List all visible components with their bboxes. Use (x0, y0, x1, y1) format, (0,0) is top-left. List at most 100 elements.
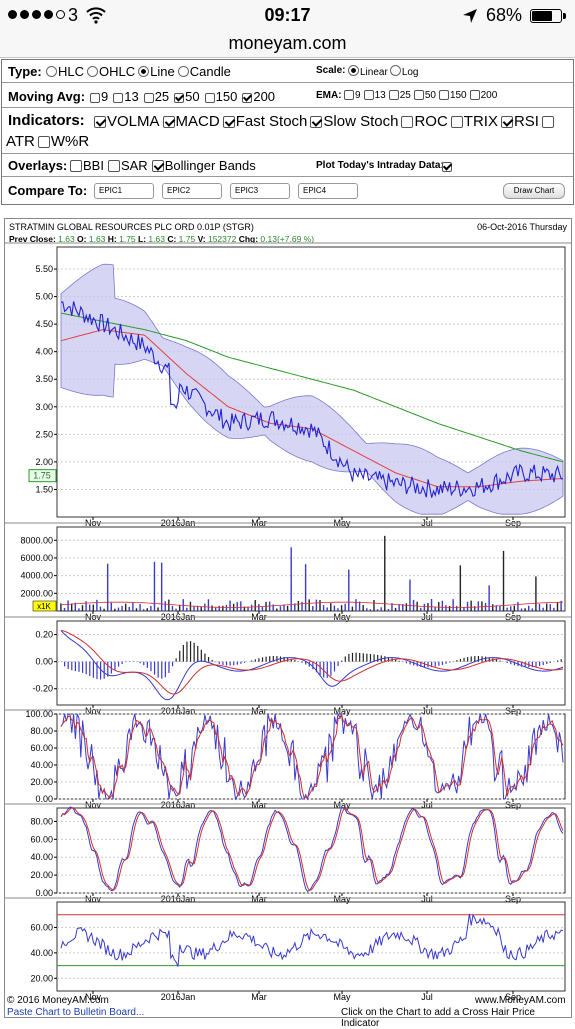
checkbox[interactable] (94, 116, 106, 128)
inds-option-volma[interactable]: VOLMA (94, 113, 160, 130)
paste-chart-link[interactable]: Paste Chart to Bulletin Board... (7, 1007, 144, 1018)
mavg-option-9[interactable]: 9 (90, 89, 108, 104)
volume-unit-label: x1K (37, 602, 51, 611)
volume-bar (553, 607, 555, 611)
radio-button[interactable] (87, 66, 99, 77)
ema-option-13[interactable]: 13 (363, 90, 386, 101)
option-label: 9 (101, 89, 109, 104)
epic-input[interactable]: EPIC1 (94, 182, 154, 199)
checkbox[interactable] (162, 116, 175, 128)
volume-bar (150, 605, 152, 611)
radio-button[interactable] (348, 65, 359, 76)
volume-bar (78, 608, 80, 611)
volume-bar (276, 608, 278, 611)
checkbox[interactable] (388, 90, 399, 100)
checkbox[interactable] (344, 90, 354, 100)
checkbox[interactable] (310, 116, 323, 128)
indicators-row: Indicators: VOLMA MACD Fast Stoch Slow Stoc… (2, 109, 573, 154)
x-tick-label: 2016Jan (161, 992, 196, 1002)
volume-bar (441, 600, 444, 611)
volume-bar (204, 603, 206, 611)
volume-bar (499, 605, 501, 611)
inds-option-macd[interactable]: MACD (162, 113, 220, 130)
checkbox[interactable] (204, 93, 215, 103)
volume-bar (132, 602, 134, 611)
checkbox[interactable] (413, 90, 424, 100)
inds-option-slow-stoch[interactable]: Slow Stoch (310, 113, 398, 130)
types-option-candle[interactable]: Candle (177, 64, 231, 79)
checkbox[interactable] (113, 93, 124, 103)
checkbox[interactable] (401, 116, 414, 128)
intraday-checkbox[interactable] (442, 158, 453, 173)
last-price-label: 1.75 (33, 471, 51, 481)
checkbox[interactable] (438, 90, 449, 100)
types-option-hlc[interactable]: HLC (46, 64, 84, 79)
epic-input[interactable]: EPIC3 (230, 182, 290, 199)
volume-bar (528, 605, 530, 611)
checkbox[interactable] (174, 93, 185, 103)
radio-button[interactable] (177, 66, 189, 77)
inds-option-rsi[interactable]: RSI (500, 113, 539, 130)
checkbox[interactable] (450, 116, 463, 128)
volume-bar (459, 565, 462, 611)
checkbox[interactable] (90, 93, 100, 103)
ovs-option-sar[interactable]: SAR (107, 158, 148, 173)
ema-option-9[interactable]: 9 (344, 90, 361, 101)
option-label: 150 (449, 90, 467, 101)
chart-canvas[interactable]: STRATMIN GLOBAL RESOURCES PLC ORD 0.01P … (5, 219, 571, 1017)
checkbox[interactable] (222, 116, 235, 128)
volume-bar (171, 605, 174, 611)
ema-option-25[interactable]: 25 (388, 90, 411, 101)
checkbox[interactable] (541, 116, 554, 128)
volume-bar (394, 607, 397, 611)
ema-option-50[interactable]: 50 (413, 90, 436, 101)
volume-bar (99, 606, 102, 611)
price-chart-panel[interactable]: STRATMIN GLOBAL RESOURCES PLC ORD 0.01P … (4, 218, 572, 1029)
epic-input[interactable]: EPIC2 (162, 182, 222, 199)
radio-button[interactable] (138, 66, 150, 77)
epic-input[interactable]: EPIC4 (298, 182, 358, 199)
option-label: Line (150, 64, 175, 79)
mavg-option-25[interactable]: 25 (143, 89, 169, 104)
option-label: Bollinger Bands (164, 158, 256, 173)
checkbox[interactable] (151, 160, 164, 172)
radio-button[interactable] (389, 65, 401, 76)
inds-option-trix[interactable]: TRIX (450, 113, 498, 130)
checkbox[interactable] (363, 90, 374, 100)
x-tick-label: Mar (251, 992, 267, 1002)
inds-option-w-r[interactable]: W%R (37, 133, 89, 150)
scales-option-log[interactable]: Log (389, 65, 419, 78)
checkbox[interactable] (242, 93, 253, 103)
radio-button[interactable] (46, 66, 57, 77)
battery-percent: 68% (486, 5, 523, 25)
types-option-ohlc[interactable]: OHLC (87, 64, 135, 79)
checkbox[interactable] (469, 90, 480, 100)
option-label: VOLMA (107, 113, 160, 130)
checkbox[interactable] (37, 136, 50, 148)
inds-option-fast-stoch[interactable]: Fast Stoch (222, 113, 307, 130)
price-axis-label: 2.50 (35, 429, 53, 439)
ovs-option-bbi[interactable]: BBI (70, 158, 104, 173)
types-option-line[interactable]: Line (138, 64, 175, 79)
scales-option-linear[interactable]: Linear (348, 65, 388, 78)
checkbox[interactable] (500, 116, 513, 128)
volume-bar (358, 601, 361, 611)
draw-chart-button[interactable]: Draw Chart (503, 183, 565, 199)
mavg-option-50[interactable]: 50 (174, 89, 200, 104)
checkbox[interactable] (143, 93, 154, 103)
mavg-option-200[interactable]: 200 (242, 89, 275, 104)
mavg-option-150[interactable]: 150 (204, 89, 237, 104)
ovs-option-bollinger-bands[interactable]: Bollinger Bands (151, 158, 256, 173)
address-bar[interactable]: moneyam.com (0, 30, 575, 58)
checkbox[interactable] (107, 160, 120, 172)
mavg-option-13[interactable]: 13 (113, 89, 139, 104)
crosshair-hint: Click on the Chart to add a Cross Hair P… (341, 1007, 535, 1029)
volume-bar (340, 605, 343, 611)
ema-option-150[interactable]: 150 (438, 90, 467, 101)
volume-bar (218, 605, 220, 611)
rsi-panel (56, 901, 566, 992)
ema-option-200[interactable]: 200 (469, 90, 497, 101)
volume-bar (355, 599, 357, 611)
inds-option-roc[interactable]: ROC (401, 113, 448, 130)
checkbox[interactable] (70, 160, 82, 172)
